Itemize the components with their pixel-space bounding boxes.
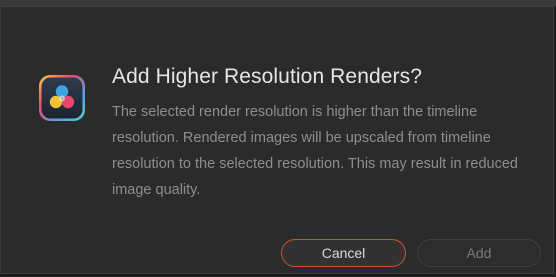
add-button[interactable]: Add [417,239,541,267]
confirmation-dialog: Add Higher Resolution Renders? The selec… [0,6,554,274]
dialog-message: The selected render resolution is higher… [112,104,518,198]
davinci-resolve-app-icon [37,73,87,123]
cancel-button[interactable]: Cancel [281,239,406,267]
dialog-title: Add Higher Resolution Renders? [112,65,423,88]
